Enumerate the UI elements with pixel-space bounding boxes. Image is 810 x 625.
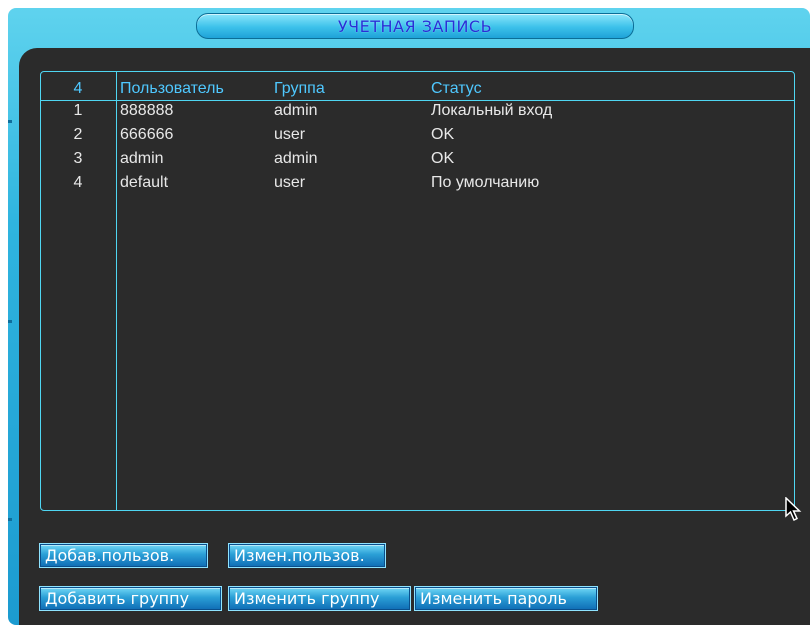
header-group[interactable]: Группа — [274, 79, 325, 99]
mouse-pointer-icon — [785, 497, 802, 522]
row-group: user — [274, 174, 306, 191]
add-group-button[interactable]: Добавить группу — [40, 587, 221, 610]
row-number: 4 — [73, 174, 83, 191]
window-title: УЧЕТНАЯ ЗАПИСЬ — [337, 16, 493, 36]
header-count: 4 — [73, 80, 83, 97]
header-status[interactable]: Статус — [431, 79, 482, 99]
row-status: OK — [431, 126, 455, 143]
change-password-button[interactable]: Изменить пароль — [415, 587, 597, 610]
row-user: 666666 — [120, 126, 174, 143]
row-number: 1 — [73, 102, 83, 119]
row-number: 3 — [73, 150, 83, 167]
row-status: По умолчанию — [431, 174, 540, 191]
row-user: default — [120, 174, 169, 191]
window-title-bar: УЧЕТНАЯ ЗАПИСЬ — [196, 13, 634, 39]
frame-edge-mark — [8, 120, 12, 123]
table-column-divider — [116, 72, 117, 510]
edit-group-button[interactable]: Изменить группу — [229, 587, 410, 610]
row-group: user — [274, 126, 306, 143]
row-status: OK — [431, 150, 455, 167]
row-user: admin — [120, 150, 164, 167]
row-number: 2 — [73, 126, 83, 143]
header-user[interactable]: Пользователь — [120, 79, 224, 99]
frame-edge-mark — [8, 320, 12, 323]
frame-edge-mark — [8, 518, 12, 521]
row-status: Локальный вход — [431, 102, 553, 119]
add-user-button[interactable]: Добав.пользов. — [40, 544, 207, 567]
row-group: admin — [274, 150, 318, 167]
edit-user-button[interactable]: Измен.пользов. — [229, 544, 385, 567]
row-group: admin — [274, 102, 318, 119]
row-user: 888888 — [120, 102, 174, 119]
